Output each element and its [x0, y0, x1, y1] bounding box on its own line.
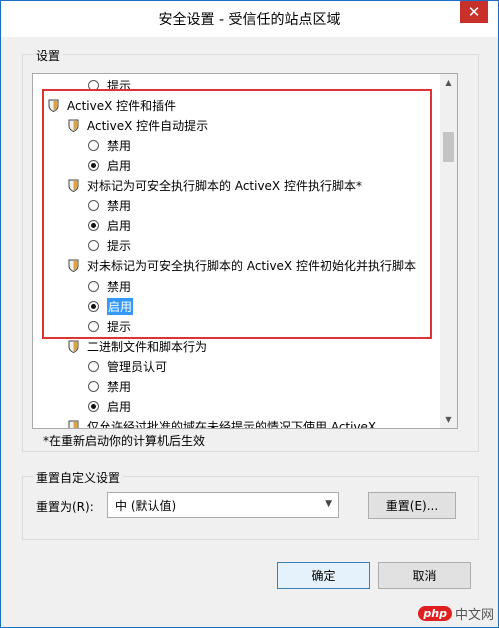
- radio-checked-icon[interactable]: [88, 300, 99, 312]
- tree-setting: ActiveX 控件自动提示: [68, 116, 208, 134]
- radio-option[interactable]: 启用: [88, 156, 131, 174]
- radio-unchecked-icon[interactable]: [88, 360, 99, 372]
- tree-category: ActiveX 控件和插件: [48, 96, 176, 114]
- shield-icon: [48, 99, 59, 112]
- restart-note: *在重新启动你的计算机后生效: [43, 434, 206, 448]
- reset-level-value: 中 (默认值): [115, 498, 177, 513]
- tree-item-label: 提示: [107, 78, 132, 93]
- settings-tree[interactable]: 提示 ActiveX 控件和插件 ActiveX 控件自动提示 禁用 启用 对标记为可安全…: [32, 73, 458, 429]
- tree-setting: 对未标记为可安全执行脚本的 ActiveX 控件初始化并执行脚本: [68, 257, 416, 275]
- radio-option[interactable]: 提示: [88, 237, 131, 255]
- radio-option[interactable]: 提示: [88, 317, 131, 335]
- shield-icon: [68, 179, 79, 192]
- shield-icon: [68, 340, 79, 353]
- tree-item-label: 对标记为可安全执行脚本的 ActiveX 控件执行脚本*: [87, 179, 362, 193]
- radio-option[interactable]: 启用: [88, 297, 134, 315]
- tree-item-label: 禁用: [107, 199, 132, 214]
- watermark: php 中文网: [418, 604, 494, 623]
- radio-option[interactable]: 禁用: [88, 378, 131, 396]
- radio-unchecked-icon[interactable]: [88, 79, 99, 91]
- close-icon[interactable]: ✕: [460, 1, 488, 23]
- radio-checked-icon[interactable]: [88, 220, 99, 232]
- scrollbar-thumb[interactable]: [443, 132, 454, 162]
- tree-item-label: 管理员认可: [107, 359, 168, 374]
- ok-button[interactable]: 确定: [277, 562, 370, 589]
- radio-checked-icon[interactable]: [88, 401, 99, 413]
- shield-icon: [68, 259, 79, 273]
- settings-label: 设置: [33, 47, 64, 64]
- reset-section-label: 重置自定义设置: [33, 469, 124, 486]
- radio-unchecked-icon[interactable]: [88, 320, 99, 332]
- radio-option[interactable]: 启用: [88, 217, 131, 235]
- title-bar[interactable]: 安全设置 - 受信任的站点区域 ✕: [1, 1, 498, 37]
- tree-item-label: 禁用: [107, 279, 132, 294]
- tree-setting: 二进制文件和脚本行为: [68, 337, 207, 355]
- tree-item-label: 二进制文件和脚本行为: [87, 339, 208, 354]
- radio-unchecked-icon[interactable]: [88, 240, 99, 252]
- radio-option[interactable]: 提示: [88, 76, 131, 94]
- reset-level-select[interactable]: 中 (默认值) ▼: [107, 492, 339, 518]
- tree-item-label: 启用: [107, 297, 134, 315]
- radio-checked-icon[interactable]: [88, 159, 99, 171]
- scroll-up-icon[interactable]: ▲: [440, 74, 457, 91]
- tree-item-label: ActiveX 控件自动提示: [87, 118, 209, 133]
- radio-option[interactable]: 禁用: [88, 136, 131, 154]
- chevron-down-icon: ▼: [325, 499, 332, 509]
- cancel-button[interactable]: 取消: [378, 562, 471, 589]
- shield-icon: [68, 420, 79, 428]
- tree-item-label: 仅允许经过批准的域在未经提示的情况下使用 ActiveX: [87, 420, 377, 429]
- window-title: 安全设置 - 受信任的站点区域: [158, 12, 341, 28]
- watermark-logo: php: [418, 606, 452, 621]
- tree-item-label: 禁用: [107, 380, 132, 394]
- tree-setting: 仅允许经过批准的域在未经提示的情况下使用 ActiveX: [68, 418, 377, 429]
- radio-option[interactable]: 禁用: [88, 277, 131, 295]
- radio-unchecked-icon[interactable]: [88, 139, 99, 151]
- vertical-scrollbar[interactable]: ▲ ▼: [440, 74, 457, 428]
- tree-item-label: ActiveX 控件和插件: [67, 98, 177, 113]
- tree-item-label: 启用: [107, 219, 132, 234]
- radio-option[interactable]: 启用: [88, 398, 131, 416]
- radio-unchecked-icon[interactable]: [88, 200, 99, 212]
- tree-item-label: 启用: [107, 158, 132, 173]
- radio-unchecked-icon[interactable]: [88, 280, 99, 292]
- radio-option[interactable]: 禁用: [88, 197, 131, 215]
- watermark-text: 中文网: [454, 608, 494, 623]
- tree-item-label: 提示: [107, 319, 132, 334]
- tree-item-label: 禁用: [107, 138, 132, 153]
- tree-item-label: 启用: [107, 400, 132, 415]
- reset-button[interactable]: 重置(E)...: [368, 492, 456, 519]
- scroll-down-icon[interactable]: ▼: [440, 411, 457, 428]
- reset-to-label: 重置为(R):: [36, 500, 94, 514]
- shield-icon: [68, 119, 79, 132]
- tree-setting: 对标记为可安全执行脚本的 ActiveX 控件执行脚本*: [68, 177, 362, 195]
- tree-item-label: 对未标记为可安全执行脚本的 ActiveX 控件初始化并执行脚本: [87, 259, 416, 274]
- dialog-window: 安全设置 - 受信任的站点区域 ✕ 设置 提示 ActiveX 控件和插件 Acti…: [0, 0, 499, 628]
- tree-item-label: 提示: [107, 239, 132, 254]
- radio-unchecked-icon[interactable]: [88, 381, 99, 392]
- radio-option[interactable]: 管理员认可: [88, 357, 167, 375]
